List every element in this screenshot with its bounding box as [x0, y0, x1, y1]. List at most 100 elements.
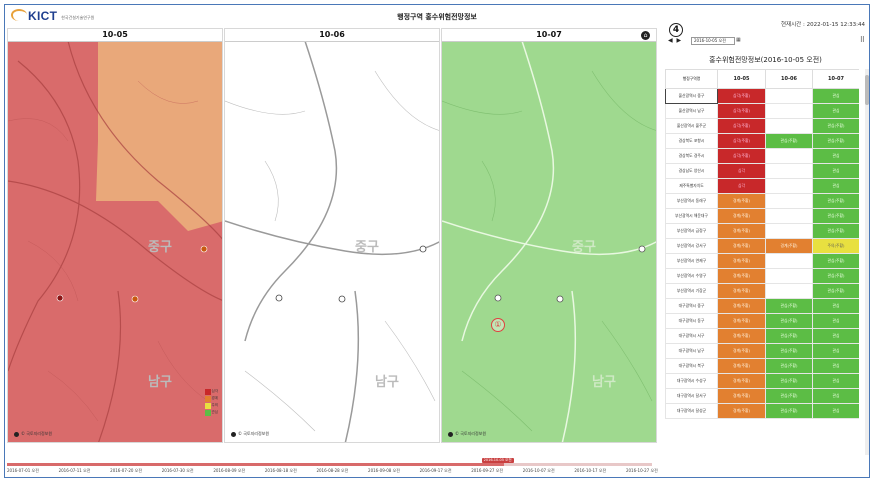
risk-level-cell: 심각(주황) — [717, 103, 766, 119]
timeline-tick-label[interactable]: 2016-07-30 오전 — [162, 468, 194, 474]
map-canvas[interactable]: 중구 남구 — [442, 41, 657, 443]
station-marker — [131, 295, 139, 303]
forecast-panel: 4 ◀ ▶ 2016-10-05 오전 ▦ ⠿ 홍수위험전망정보(2016-10… — [662, 23, 869, 457]
timeline-progress — [7, 463, 504, 466]
risk-level-cell: 관심 — [812, 163, 859, 179]
table-row[interactable]: 부산광역시 동래구 경계(주황) 관심(주황) — [665, 193, 859, 209]
risk-level-cell: 경계(주황) — [717, 403, 766, 419]
timeline-tick-label[interactable]: 2016-08-18 오전 — [265, 468, 297, 474]
date-nav-arrows[interactable]: ◀ ▶ — [668, 37, 682, 44]
map-attribution: © 국토지리정보원 — [14, 431, 52, 437]
timeline-tick-label[interactable]: 2016-08-09 오전 — [213, 468, 245, 474]
risk-level-cell: 경계(주황) — [717, 268, 766, 284]
risk-level-cell: 심각(주황) — [717, 133, 766, 149]
table-row[interactable]: 대구광역시 서구 경계(주황) 관심(주황) 관심 — [665, 328, 859, 344]
risk-level-cell: 관심(주황) — [765, 133, 813, 149]
date-input[interactable]: 2016-10-05 오전 — [691, 37, 735, 45]
risk-level-cell — [765, 283, 813, 299]
region-name-cell: 대구광역시 서구 — [665, 328, 718, 344]
grid-menu-icon[interactable]: ⠿ — [860, 36, 865, 44]
column-header[interactable]: 행정구역명 — [665, 69, 718, 89]
table-row[interactable]: 대구광역시 동구 경계(주황) 관심(주황) 관심 — [665, 313, 859, 329]
map-panel-3[interactable]: 10-07 ⌂ 중구 남구 © 국토지리정보원 — [441, 28, 657, 443]
region-name-cell: 제주특별자치도 — [665, 178, 718, 194]
table-row[interactable]: 경상북도 포항시 심각(주황) 관심(주황) 관심(주황) — [665, 133, 859, 149]
table-row[interactable]: 대구광역시 달서구 경계(주황) 관심(주황) 관심 — [665, 388, 859, 404]
attribution-logo-icon — [14, 431, 19, 437]
table-row[interactable]: 부산광역시 기장군 경계(주황) 관심(주황) — [665, 283, 859, 299]
timeline-tick-label[interactable]: 2016-07-11 오전 — [59, 468, 91, 474]
table-row[interactable]: 부산광역시 금정구 경계(주황) 관심(주황) — [665, 223, 859, 239]
table-row[interactable]: 부산광역시 강서구 경계(주황) 경계(주황) 주의(주황) — [665, 238, 859, 254]
risk-level-cell: 관심 — [812, 358, 859, 374]
timeline-tick-label[interactable]: 2016-10-07 오전 — [523, 468, 555, 474]
column-header[interactable]: 10-06 — [765, 69, 813, 89]
risk-level-cell: 경계(주황) — [717, 343, 766, 359]
legend-swatch — [204, 402, 211, 409]
table-row[interactable]: 부산광역시 연제구 경계(주황) 관심(주황) — [665, 253, 859, 269]
risk-level-cell: 관심 — [812, 88, 859, 104]
column-header[interactable]: 10-05 — [717, 69, 766, 89]
timeline-tick-label[interactable]: 2016-07-20 오전 — [110, 468, 142, 474]
page-title: 행정구역 홍수위험전망정보 — [397, 13, 477, 21]
table-row[interactable]: 대구광역시 달성군 경계(주황) 관심(주황) 관심 — [665, 403, 859, 419]
risk-level-cell: 경계(주황) — [717, 223, 766, 239]
risk-level-cell: 관심(주황) — [765, 298, 813, 314]
risk-level-cell: 관심 — [812, 343, 859, 359]
map-canvas[interactable]: 중구 남구 — [225, 41, 440, 443]
table-row[interactable]: 울산광역시 중구 심각(주황) 관심 — [665, 88, 859, 104]
timeline-tick-label[interactable]: 2016-10-17 오전 — [574, 468, 606, 474]
timeline-tick-label[interactable]: 2016-10-27 오전 — [626, 468, 658, 474]
risk-level-cell: 관심(주황) — [812, 283, 859, 299]
timeline-tick-label[interactable]: 2016-09-27 오전 — [471, 468, 503, 474]
risk-level-cell: 관심 — [812, 148, 859, 164]
table-row[interactable]: 대구광역시 남구 경계(주황) 관심(주황) 관심 — [665, 343, 859, 359]
district-label-south: 남구 — [148, 374, 172, 390]
risk-level-cell: 관심 — [812, 328, 859, 344]
compass-icon[interactable]: ⌂ — [641, 31, 650, 40]
risk-level-cell: 관심 — [812, 313, 859, 329]
district-label-south: 남구 — [592, 374, 616, 390]
region-name-cell: 울산광역시 남구 — [665, 103, 718, 119]
table-row[interactable]: 부산광역시 해운대구 경계(주황) 관심(주황) — [665, 208, 859, 224]
region-name-cell: 대구광역시 남구 — [665, 343, 718, 359]
map-canvas[interactable]: 중구 남구 — [8, 41, 223, 443]
calendar-icon[interactable]: ▦ — [736, 37, 741, 43]
map-panel-1[interactable]: 10-05 중구 남구 © 국토지리정보원 심각 경계 주의 관심 — [7, 28, 223, 443]
region-name-cell: 대구광역시 중구 — [665, 298, 718, 314]
scrollbar-thumb[interactable] — [865, 75, 869, 105]
district-label: 중구 — [572, 240, 596, 255]
timeline-tick-label[interactable]: 2016-07-01 오전 — [7, 468, 39, 474]
timeline-handle[interactable]: 2016-10-05 오전 — [481, 458, 514, 463]
table-row[interactable]: 울산광역시 남구 심각(주황) 관심 — [665, 103, 859, 119]
risk-level-cell — [765, 118, 813, 134]
table-row[interactable]: 대구광역시 중구 경계(주황) 관심(주황) 관심 — [665, 298, 859, 314]
table-row[interactable]: 경상북도 경주시 심각(주황) 관심 — [665, 148, 859, 164]
timeline-tick-label[interactable]: 2016-08-28 오전 — [316, 468, 348, 474]
table-scrollbar[interactable] — [865, 69, 869, 455]
timeline-tick-label[interactable]: 2016-09-08 오전 — [368, 468, 400, 474]
table-row[interactable]: 제주특별자치도 심각 관심 — [665, 178, 859, 194]
table-row[interactable]: 경상남도 양산시 심각 관심 — [665, 163, 859, 179]
risk-level-cell: 관심 — [812, 298, 859, 314]
timeline-tick-label[interactable]: 2016-09-17 오전 — [420, 468, 452, 474]
timeline-slider[interactable]: 2016-10-05 오전 2016-07-01 오전 2016-07-11 오전… — [7, 457, 658, 475]
risk-level-cell: 경계(주황) — [717, 253, 766, 269]
timeline-track[interactable]: 2016-10-05 오전 — [7, 458, 652, 466]
table-row[interactable]: 울산광역시 울주군 심각(주황) 관심(주황) — [665, 118, 859, 134]
region-name-cell: 경상남도 양산시 — [665, 163, 718, 179]
risk-level-cell: 심각(주황) — [717, 118, 766, 134]
district-label-south: 남구 — [375, 374, 399, 390]
column-header[interactable]: 10-07 — [812, 69, 859, 89]
map-date-header: 10-05 — [8, 29, 222, 42]
station-marker — [419, 245, 427, 253]
annotation-marker-4: 4 — [669, 23, 683, 37]
risk-level-cell: 관심 — [812, 373, 859, 389]
map-panel-2[interactable]: 10-06 중구 남구 © 국토지리정보원 — [224, 28, 440, 443]
table-row[interactable]: 부산광역시 수영구 경계(주황) 관심(주황) — [665, 268, 859, 284]
risk-level-cell: 경계(주황) — [717, 328, 766, 344]
legend-swatch — [204, 388, 211, 395]
region-name-cell: 대구광역시 동구 — [665, 313, 718, 329]
table-row[interactable]: 대구광역시 북구 경계(주황) 관심(주황) 관심 — [665, 358, 859, 374]
table-row[interactable]: 대구광역시 수성구 경계(주황) 관심(주황) 관심 — [665, 373, 859, 389]
